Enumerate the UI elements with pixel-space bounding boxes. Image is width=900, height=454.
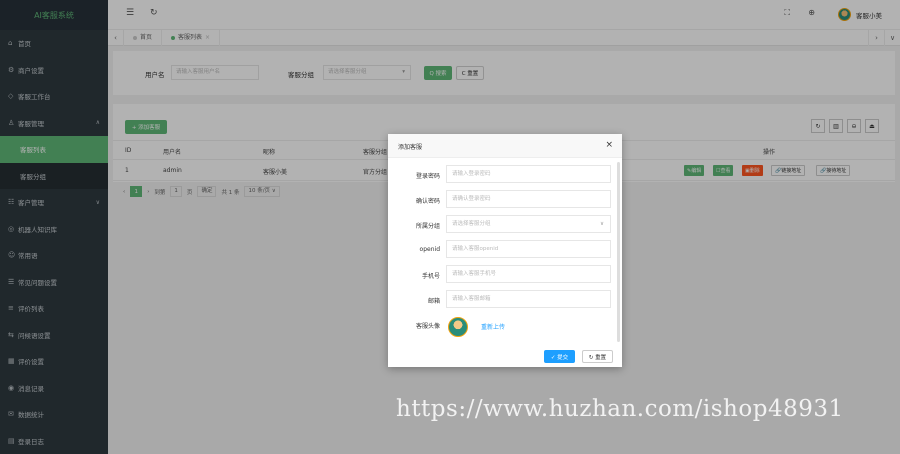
dialog-title: 添加客服 <box>398 144 423 151</box>
group-field-placeholder: 请选择客服分组 <box>452 221 491 227</box>
phone-input[interactable]: 请输入客服手机号 <box>446 265 611 283</box>
add-agent-dialog: 添加客服 × 登录密码 请输入登录密码 确认密码 请确认登录密码 所属分组 请选… <box>388 134 622 367</box>
dialog-scrollbar[interactable] <box>617 162 620 342</box>
openid-input[interactable]: 请输入客服openid <box>446 240 611 258</box>
reupload-link[interactable]: 重新上传 <box>481 322 505 331</box>
openid-label: openid <box>419 246 440 253</box>
email-input[interactable]: 请输入客服邮箱 <box>446 290 611 308</box>
dialog-header: 添加客服 × <box>388 134 622 158</box>
group-field-label: 所属分组 <box>415 223 440 230</box>
reset-button[interactable]: ↻ 重置 <box>582 350 613 363</box>
avatar-label: 客服头像 <box>415 323 440 330</box>
close-icon[interactable]: × <box>605 140 613 150</box>
submit-button[interactable]: ✓ 提交 <box>544 350 575 363</box>
email-label: 邮箱 <box>427 298 440 305</box>
phone-label: 手机号 <box>421 273 440 280</box>
watermark-text: https://www.huzhan.com/ishop48931 <box>396 396 844 422</box>
agent-avatar-image <box>448 317 468 337</box>
password-input[interactable]: 请输入登录密码 <box>446 165 611 183</box>
confirm-password-label: 确认密码 <box>415 198 440 205</box>
password-label: 登录密码 <box>415 173 440 180</box>
chevron-down-icon: ∨ <box>599 221 604 227</box>
confirm-password-input[interactable]: 请确认登录密码 <box>446 190 611 208</box>
group-field-select[interactable]: 请选择客服分组 ∨ <box>446 215 611 233</box>
